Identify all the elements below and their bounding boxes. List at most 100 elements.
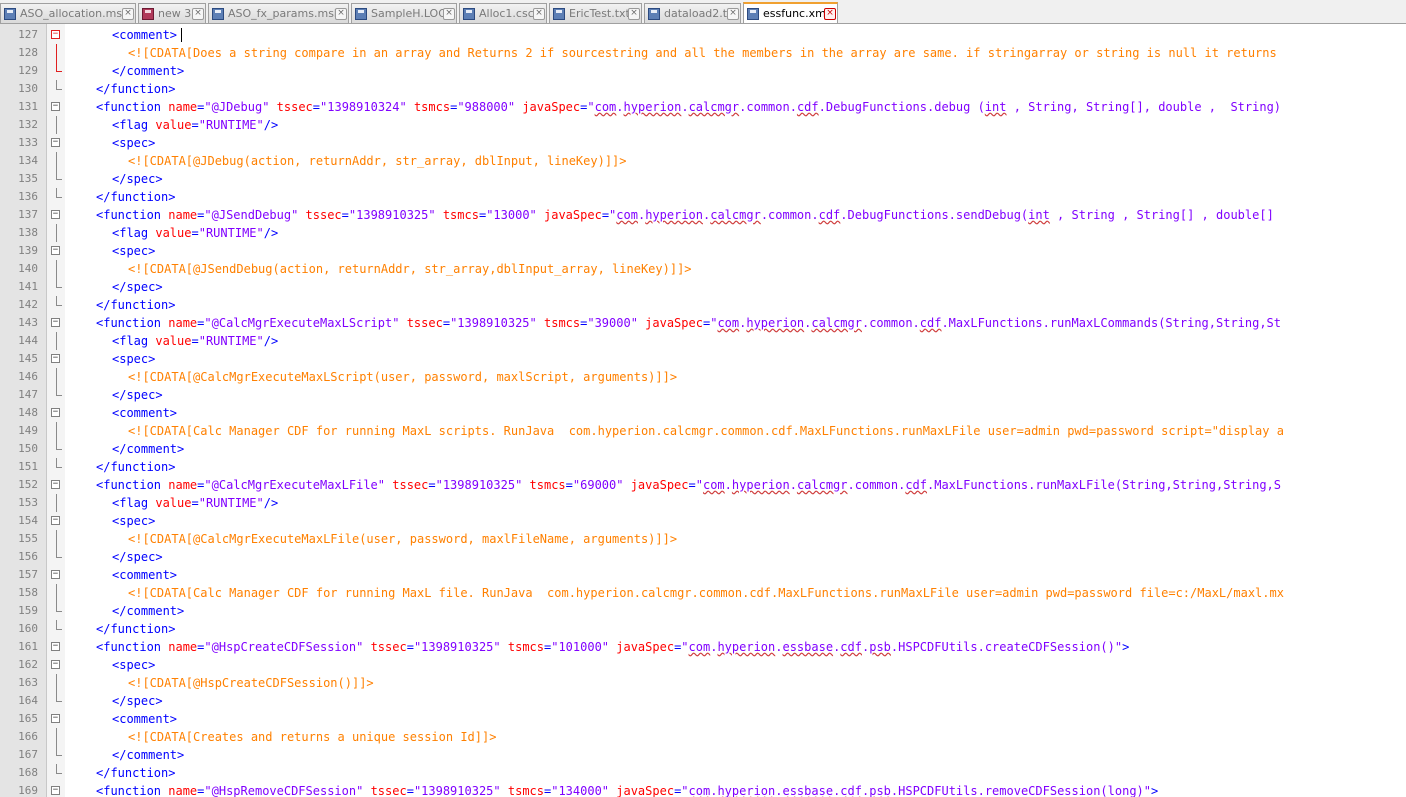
line-number: 159 bbox=[18, 604, 38, 617]
syntax-token: <![CDATA[Calc Manager CDF for running Ma… bbox=[128, 424, 1284, 438]
close-tab-icon[interactable]: × bbox=[824, 8, 836, 20]
fold-guide-end bbox=[56, 278, 62, 288]
fold-collapse-icon[interactable]: − bbox=[51, 660, 60, 669]
syntax-token: . bbox=[724, 478, 732, 492]
close-tab-icon[interactable]: × bbox=[192, 8, 204, 20]
code-line: 161 − <function name = "@HspCreateCDFSession… bbox=[0, 638, 1406, 656]
syntax-token: = bbox=[191, 226, 199, 240]
close-tab-icon[interactable]: × bbox=[628, 8, 640, 20]
fold-collapse-icon[interactable]: − bbox=[51, 354, 60, 363]
syntax-token: <comment> bbox=[112, 712, 178, 726]
syntax-token: com bbox=[616, 208, 638, 222]
code-line: 148 − <comment> bbox=[0, 404, 1406, 422]
syntax-token: "@JSendDebug" bbox=[204, 208, 299, 222]
syntax-token: <spec> bbox=[112, 514, 156, 528]
syntax-token: " bbox=[695, 478, 703, 492]
code-text: </spec> bbox=[112, 170, 163, 188]
code-text: </function> bbox=[96, 458, 175, 476]
code-text: </comment> bbox=[112, 62, 184, 80]
fold-collapse-icon[interactable]: − bbox=[51, 30, 60, 39]
file-tab[interactable]: essfunc.xml × bbox=[743, 2, 838, 23]
fold-collapse-icon[interactable]: − bbox=[51, 570, 60, 579]
syntax-token: cdf bbox=[840, 784, 862, 797]
file-tab[interactable]: ASO_allocation.msh × bbox=[0, 3, 136, 23]
syntax-token: int bbox=[984, 100, 1007, 114]
save-icon bbox=[553, 8, 565, 20]
syntax-token: "1398910325" bbox=[450, 316, 537, 330]
syntax-token: essbase bbox=[782, 784, 834, 797]
fold-collapse-icon[interactable]: − bbox=[51, 480, 60, 489]
code-text: </function> bbox=[96, 188, 175, 206]
code-text: <comment> bbox=[112, 404, 177, 422]
code-text: <function name = "@HspRemoveCDFSession" ts… bbox=[96, 782, 1158, 797]
code-line: 129 </comment> bbox=[0, 62, 1406, 80]
syntax-token: "13000" bbox=[486, 208, 537, 222]
fold-guide-line bbox=[56, 728, 57, 746]
syntax-token: value bbox=[155, 226, 192, 240]
code-editor[interactable]: 127 − <comment> 128 <![CDATA[Does a string c… bbox=[0, 24, 1406, 797]
syntax-token: "@CalcMgrExecuteMaxLScript" bbox=[204, 316, 400, 330]
syntax-token: com bbox=[594, 100, 617, 114]
syntax-token: "@HspCreateCDFSession" bbox=[204, 640, 364, 654]
close-tab-icon[interactable]: × bbox=[727, 8, 739, 20]
line-number: 132 bbox=[18, 118, 38, 131]
code-text: <comment> bbox=[112, 26, 177, 44]
line-number: 133 bbox=[18, 136, 38, 149]
syntax-token: /> bbox=[263, 496, 279, 510]
file-tab[interactable]: ASO_fx_params.mshs × bbox=[208, 3, 349, 23]
code-line: 155 <![CDATA[@CalcMgrExecuteMaxLFile(user… bbox=[0, 530, 1406, 548]
code-line: 144 <flag value="RUNTIME"/> bbox=[0, 332, 1406, 350]
fold-collapse-icon[interactable]: − bbox=[51, 408, 60, 417]
fold-guide-end bbox=[56, 80, 62, 90]
fold-collapse-icon[interactable]: − bbox=[51, 516, 60, 525]
syntax-token: . bbox=[616, 100, 624, 114]
line-number: 167 bbox=[18, 748, 38, 761]
fold-collapse-icon[interactable]: − bbox=[51, 714, 60, 723]
fold-guide-end bbox=[56, 458, 62, 468]
line-number: 148 bbox=[18, 406, 38, 419]
code-text: </spec> bbox=[112, 386, 163, 404]
tab-label: new 3 bbox=[158, 7, 192, 20]
line-number: 137 bbox=[18, 208, 38, 221]
syntax-token: . bbox=[789, 478, 797, 492]
syntax-token: cdf bbox=[840, 640, 862, 654]
close-tab-icon[interactable]: × bbox=[533, 8, 545, 20]
syntax-token: hyperion bbox=[731, 478, 790, 492]
syntax-token: <![CDATA[Does a string compare in an arr… bbox=[128, 46, 1277, 60]
fold-collapse-icon[interactable]: − bbox=[51, 138, 60, 147]
close-tab-icon[interactable]: × bbox=[335, 8, 347, 20]
fold-collapse-icon[interactable]: − bbox=[51, 642, 60, 651]
code-text: <![CDATA[Calc Manager CDF for running Ma… bbox=[128, 584, 1284, 602]
syntax-token: cdf bbox=[818, 208, 841, 222]
fold-guide-line bbox=[56, 422, 57, 440]
fold-collapse-icon[interactable]: − bbox=[51, 786, 60, 795]
line-number: 138 bbox=[18, 226, 38, 239]
file-tab[interactable]: dataload2.txt × bbox=[644, 3, 741, 23]
syntax-token: = bbox=[406, 640, 414, 654]
line-number: 162 bbox=[18, 658, 38, 671]
file-tab[interactable]: new 3 × bbox=[138, 3, 206, 23]
code-text: <spec> bbox=[112, 134, 155, 152]
code-line: 151 </function> bbox=[0, 458, 1406, 476]
syntax-token: "RUNTIME" bbox=[198, 226, 264, 240]
fold-collapse-icon[interactable]: − bbox=[51, 102, 60, 111]
line-number: 156 bbox=[18, 550, 38, 563]
code-line: 142 </function> bbox=[0, 296, 1406, 314]
line-number: 140 bbox=[18, 262, 38, 275]
fold-collapse-icon[interactable]: − bbox=[51, 210, 60, 219]
syntax-token: <flag bbox=[112, 496, 156, 510]
file-tab[interactable]: SampleH.LOG × bbox=[351, 3, 457, 23]
line-number: 143 bbox=[18, 316, 38, 329]
close-tab-icon[interactable]: × bbox=[122, 8, 134, 20]
syntax-token: javaSpec bbox=[637, 316, 703, 330]
fold-collapse-icon[interactable]: − bbox=[51, 246, 60, 255]
fold-collapse-icon[interactable]: − bbox=[51, 318, 60, 327]
code-line: 143 − <function name = "@CalcMgrExecuteMaxLS… bbox=[0, 314, 1406, 332]
code-line: 166 <![CDATA[Creates and returns a unique… bbox=[0, 728, 1406, 746]
file-tab[interactable]: EricTest.txt × bbox=[549, 3, 642, 23]
line-number: 144 bbox=[18, 334, 38, 347]
file-tab[interactable]: Alloc1.csc × bbox=[459, 3, 547, 23]
syntax-token: tssec bbox=[298, 208, 342, 222]
code-line: 137− <function name="@JSendDebug" tssec="… bbox=[0, 206, 1406, 224]
close-tab-icon[interactable]: × bbox=[443, 8, 455, 20]
